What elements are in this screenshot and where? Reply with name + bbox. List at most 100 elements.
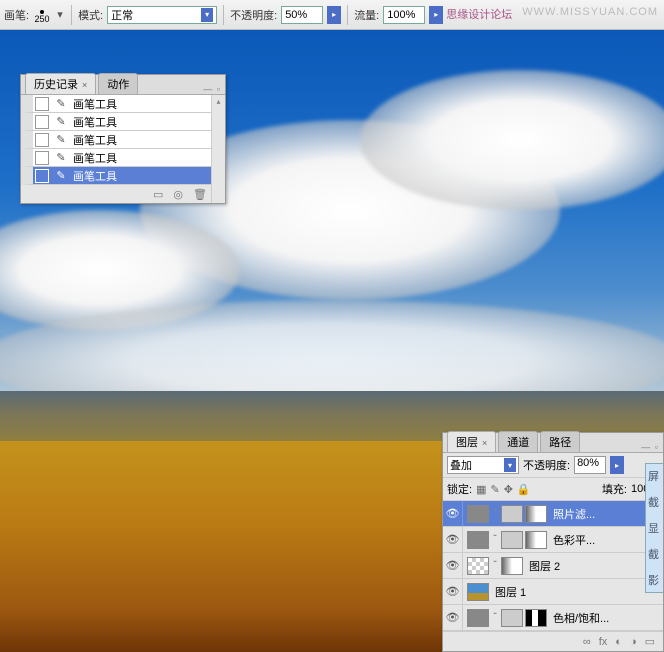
popup-item[interactable]: 截 <box>648 494 661 510</box>
snapshot-icon[interactable]: ◎ <box>173 188 183 201</box>
link-icon: ⁃ <box>491 531 499 549</box>
brush-label: 画笔: <box>4 7 29 23</box>
lock-icons: ▦ ✎ ✥ 🔒 <box>476 483 531 496</box>
mask-thumb[interactable] <box>525 505 547 523</box>
history-checkbox[interactable] <box>35 151 49 165</box>
opacity-input[interactable]: 50% <box>281 6 323 24</box>
flow-slider-button[interactable]: ▸ <box>429 6 443 24</box>
history-item[interactable]: ✎画笔工具 <box>21 167 225 185</box>
layer-name[interactable]: 色相/饱和... <box>551 610 609 626</box>
trash-icon[interactable]: 🗑 <box>193 188 207 201</box>
layer-blend-select[interactable]: 叠加▾ <box>447 456 519 474</box>
link-icon: ⁃ <box>491 505 499 523</box>
mask-thumb[interactable] <box>525 609 547 627</box>
layer-row[interactable]: 👁 ⁃ 色彩平... <box>443 527 663 553</box>
watermark-text-2: WWW.MISSYUAN.COM <box>522 6 658 22</box>
opacity-label: 不透明度: <box>230 7 277 23</box>
layer-name[interactable]: 色彩平... <box>551 532 595 548</box>
history-checkbox[interactable] <box>35 115 49 129</box>
panel-minimize-icon[interactable]: — ▫ <box>641 442 663 452</box>
layer-row[interactable]: 👁 ⁃ 色相/饱和... <box>443 605 663 631</box>
history-panel: 历史记录× 动作 — ▫ ✎画笔工具 ✎画笔工具 ✎画笔工具 ✎画笔工具 ✎画笔… <box>20 74 226 204</box>
tab-actions[interactable]: 动作 <box>98 73 138 94</box>
history-checkbox[interactable] <box>35 133 49 147</box>
group-icon[interactable]: ▭ <box>645 635 655 648</box>
lock-all-icon[interactable]: 🔒 <box>517 483 531 496</box>
visibility-icon[interactable]: 👁 <box>443 579 463 604</box>
mask-thumb[interactable] <box>525 531 547 549</box>
link-layers-icon[interactable]: ∞ <box>583 636 591 648</box>
layer-opacity-input[interactable]: 80% <box>574 456 606 474</box>
layer-name[interactable]: 照片滤... <box>551 506 595 522</box>
flow-input[interactable]: 100% <box>383 6 425 24</box>
popup-item[interactable]: 影 <box>648 572 661 588</box>
history-item-label: 画笔工具 <box>73 96 117 112</box>
lock-transparency-icon[interactable]: ▦ <box>476 483 486 496</box>
close-icon[interactable]: × <box>82 80 87 90</box>
adjustment-icon[interactable] <box>501 609 523 627</box>
layer-name[interactable]: 图层 1 <box>493 584 526 600</box>
link-icon: ⁃ <box>491 557 499 575</box>
fx-icon[interactable]: fx <box>599 636 608 648</box>
popup-item[interactable]: 屏 <box>648 468 661 484</box>
link-icon: ⁃ <box>491 609 499 627</box>
opacity-slider-button[interactable]: ▸ <box>610 456 624 474</box>
layer-thumb[interactable] <box>467 583 489 601</box>
adjustment-icon[interactable] <box>501 531 523 549</box>
blend-mode-select[interactable]: 正常 ▾ <box>107 6 217 24</box>
lock-position-icon[interactable]: ✥ <box>504 483 513 496</box>
popup-item[interactable]: 显 <box>648 520 661 536</box>
layer-thumb[interactable] <box>467 557 489 575</box>
brush-icon: ✎ <box>53 169 69 182</box>
visibility-icon[interactable]: 👁 <box>443 501 463 526</box>
tab-paths[interactable]: 路径 <box>540 431 580 452</box>
tab-channels[interactable]: 通道 <box>498 431 538 452</box>
side-popup-menu[interactable]: 屏 截 显 截 影 <box>645 463 663 593</box>
opacity-slider-button[interactable]: ▸ <box>327 6 341 24</box>
adjustment-layer-icon[interactable]: ◑ <box>630 636 637 648</box>
history-item[interactable]: ✎画笔工具 <box>21 131 225 149</box>
popup-item[interactable]: 截 <box>648 546 661 562</box>
history-list: ✎画笔工具 ✎画笔工具 ✎画笔工具 ✎画笔工具 ✎画笔工具 <box>21 95 225 185</box>
history-item-label: 画笔工具 <box>73 132 117 148</box>
new-doc-icon[interactable]: ▭ <box>153 188 163 201</box>
panel-minimize-icon[interactable]: — ▫ <box>203 84 225 94</box>
brush-preset-picker[interactable]: 250 <box>33 6 51 24</box>
history-item[interactable]: ✎画笔工具 <box>21 149 225 167</box>
layers-options-row: 叠加▾ 不透明度: 80% ▸ <box>443 453 663 478</box>
tab-layers[interactable]: 图层× <box>447 431 496 452</box>
options-bar: 画笔: 250 ▾ 模式: 正常 ▾ 不透明度: 50% ▸ 流量: 100% … <box>0 0 664 30</box>
history-checkbox[interactable] <box>35 97 49 111</box>
tab-label: 路径 <box>549 437 571 449</box>
close-icon[interactable]: × <box>482 438 487 448</box>
layer-thumb[interactable] <box>467 505 489 523</box>
adjustment-icon[interactable] <box>501 505 523 523</box>
history-item[interactable]: ✎画笔工具 <box>21 95 225 113</box>
visibility-icon[interactable]: 👁 <box>443 553 463 578</box>
scrollbar[interactable]: ▴ <box>211 95 225 203</box>
visibility-icon[interactable]: 👁 <box>443 605 463 630</box>
scroll-up-icon[interactable]: ▴ <box>212 95 225 107</box>
layer-row[interactable]: 👁 图层 1 <box>443 579 663 605</box>
visibility-icon[interactable]: 👁 <box>443 527 463 552</box>
lock-pixels-icon[interactable]: ✎ <box>490 483 499 496</box>
layer-thumb[interactable] <box>467 531 489 549</box>
history-footer: ▭ ◎ 🗑 <box>21 185 225 203</box>
layer-row[interactable]: 👁 ⁃ 照片滤... <box>443 501 663 527</box>
layers-lock-row: 锁定: ▦ ✎ ✥ 🔒 填充: 100 <box>443 478 663 501</box>
separator <box>223 5 224 25</box>
history-checkbox[interactable] <box>35 169 49 183</box>
mask-icon[interactable]: ◐ <box>615 636 622 648</box>
brush-dropdown-icon[interactable]: ▾ <box>55 6 65 24</box>
history-item[interactable]: ✎画笔工具 <box>21 113 225 131</box>
layer-name[interactable]: 图层 2 <box>527 558 560 574</box>
blend-mode-value: 正常 <box>111 7 133 23</box>
watermark: 思缘设计论坛 WWW.MISSYUAN.COM <box>446 6 658 22</box>
layer-thumb[interactable] <box>467 609 489 627</box>
mask-thumb[interactable] <box>501 557 523 575</box>
cloud-shape <box>360 70 664 210</box>
tab-history[interactable]: 历史记录× <box>25 73 96 94</box>
mode-label: 模式: <box>78 7 103 23</box>
separator <box>347 5 348 25</box>
layer-row[interactable]: 👁 ⁃ 图层 2 <box>443 553 663 579</box>
